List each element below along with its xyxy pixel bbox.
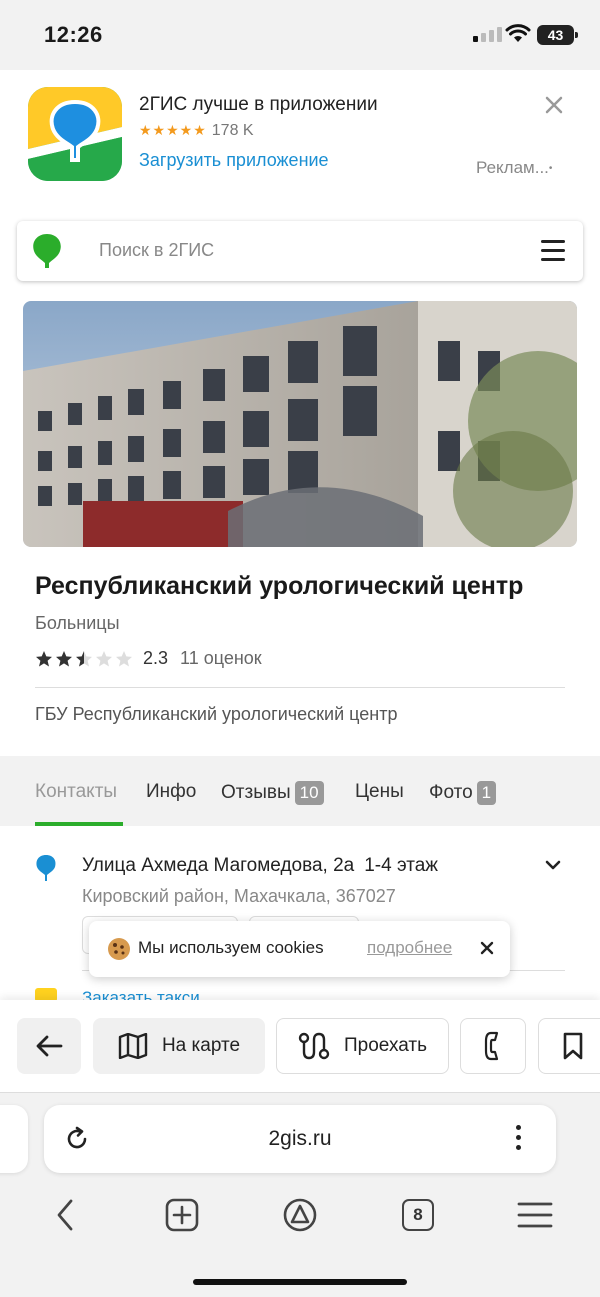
browser-toolbar: 2gis.ru 8: [0, 1092, 600, 1297]
ratings-count: 11 оценок: [180, 648, 262, 668]
call-button[interactable]: [460, 1018, 526, 1074]
tab-badge: 1: [476, 781, 497, 805]
active-tab-indicator: [35, 822, 123, 826]
tab-label: Цены: [355, 781, 404, 802]
address-floor: 1-4 этаж: [364, 855, 439, 876]
tab-info[interactable]: Инфо: [146, 781, 196, 803]
2gis-logo-icon[interactable]: [31, 233, 63, 269]
tab-label: Фото: [429, 782, 473, 803]
app-install-banner: 2ГИС лучше в приложении ★★★★★ 178 K Загру…: [0, 70, 600, 200]
bookmark-icon: [563, 1032, 583, 1060]
search-input[interactable]: Поиск в 2ГИС: [99, 240, 214, 261]
arrow-left-icon: [36, 1035, 63, 1057]
building-image: [23, 301, 577, 547]
rating-value: 2.3: [143, 648, 169, 668]
show-on-map-button[interactable]: На карте: [93, 1018, 265, 1074]
tab-badge: 10: [294, 781, 324, 805]
browser-back-button[interactable]: [47, 1197, 83, 1233]
status-time: 12:26: [44, 22, 103, 47]
ad-label[interactable]: Реклам...•: [476, 158, 552, 178]
chevron-down-icon[interactable]: [544, 858, 562, 872]
tabs-button[interactable]: 8: [400, 1197, 436, 1233]
banner-rating: ★★★★★ 178 K: [139, 122, 254, 140]
address-district: Кировский район, Махачкала, 367027: [82, 886, 396, 906]
tab-label: Контакты: [35, 781, 118, 802]
tab-reviews[interactable]: Отзывы 10: [221, 781, 324, 805]
bookmark-button[interactable]: [538, 1018, 600, 1074]
rating-stars-icon: [35, 650, 133, 668]
wifi-icon: [505, 24, 531, 42]
address-bar[interactable]: 2gis.ru: [44, 1105, 556, 1173]
route-icon: [298, 1032, 330, 1060]
directions-label: Проехать: [344, 1035, 427, 1056]
back-button[interactable]: [17, 1018, 81, 1074]
banner-rating-count: 178 K: [211, 122, 254, 139]
phone-icon: [484, 1031, 499, 1061]
place-rating[interactable]: 2.3 11 оценок: [35, 648, 262, 669]
place-title: Республиканский урологический центр: [35, 572, 524, 600]
cookie-icon: [108, 938, 130, 960]
plus-square-icon: [165, 1198, 199, 1232]
new-tab-button[interactable]: [164, 1197, 200, 1233]
cookie-text: Мы используем cookies: [138, 938, 324, 957]
url-text[interactable]: 2gis.ru: [44, 1127, 556, 1151]
divider: [35, 687, 565, 688]
2gis-app-icon: [28, 87, 122, 181]
previous-tab-peek[interactable]: [0, 1105, 28, 1173]
install-app-link[interactable]: Загрузить приложение: [139, 150, 329, 171]
search-bar[interactable]: Поиск в 2ГИС: [17, 221, 583, 281]
alice-icon: [283, 1198, 317, 1232]
tab-label: Инфо: [146, 781, 197, 802]
ad-label-text: Реклам...: [476, 158, 549, 177]
more-vertical-icon[interactable]: [516, 1125, 522, 1155]
map-icon: [118, 1033, 148, 1059]
home-indicator[interactable]: [193, 1279, 407, 1285]
rating-stars-icon: ★★★★★: [139, 122, 207, 138]
place-tabs: Контакты Инфо Отзывы 10 Цены Фото 1: [0, 756, 600, 826]
place-photo[interactable]: [23, 301, 577, 547]
directions-button[interactable]: Проехать: [276, 1018, 449, 1074]
address-line[interactable]: Улица Ахмеда Магомедова, 2а 1-4 этаж: [82, 855, 438, 877]
cellular-signal-icon: [473, 27, 502, 42]
tab-prices[interactable]: Цены: [355, 781, 404, 803]
address-street: Улица Ахмеда Магомедова, 2а: [82, 855, 355, 876]
hamburger-menu-icon: [517, 1202, 553, 1228]
order-taxi-link[interactable]: Заказать такси: [82, 988, 200, 1000]
tabs-count: 8: [402, 1199, 434, 1231]
battery-icon: 43: [537, 25, 578, 45]
close-icon[interactable]: [541, 92, 567, 118]
cookie-notice: Мы используем cookies подробнее: [89, 921, 510, 977]
show-on-map-label: На карте: [161, 1035, 241, 1056]
chevron-left-icon: [57, 1199, 73, 1231]
location-pin-icon: [36, 855, 56, 881]
hamburger-menu-icon[interactable]: [541, 240, 565, 262]
browser-menu-button[interactable]: [517, 1197, 553, 1233]
ad-dot-icon: •: [548, 163, 553, 175]
tab-label: Отзывы: [221, 782, 291, 803]
place-action-bar: На карте Проехать: [0, 1000, 600, 1092]
alice-assistant-button[interactable]: [282, 1197, 318, 1233]
banner-title: 2ГИС лучше в приложении: [139, 94, 378, 115]
tab-contacts[interactable]: Контакты: [35, 781, 117, 803]
cookie-more-link[interactable]: подробнее: [367, 938, 452, 958]
tab-photos[interactable]: Фото 1: [429, 781, 497, 805]
status-bar: 12:26 43: [0, 0, 600, 70]
close-icon[interactable]: [479, 940, 495, 956]
organization-name: ГБУ Республиканский урологический центр: [35, 704, 398, 724]
place-category[interactable]: Больницы: [35, 613, 120, 634]
